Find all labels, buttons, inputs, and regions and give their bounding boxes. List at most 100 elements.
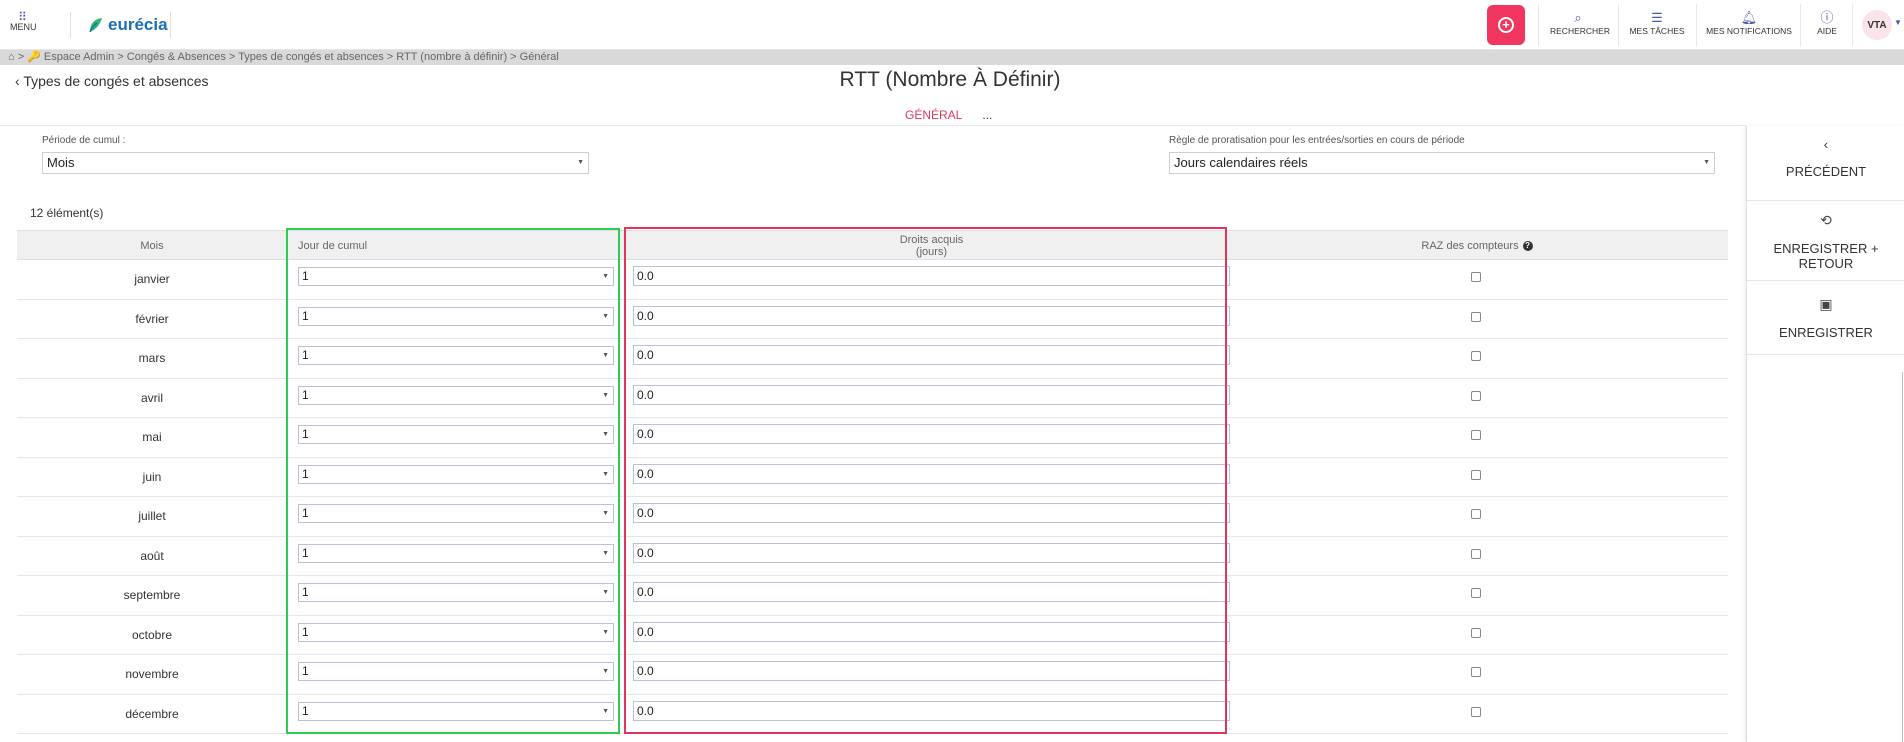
jour-select[interactable]: 1 ▼ <box>298 701 614 721</box>
raz-checkbox[interactable] <box>1471 627 1481 638</box>
droits-input[interactable]: 0.0 <box>633 424 1230 444</box>
droits-input[interactable]: 0.0 <box>633 266 1230 286</box>
avatar[interactable]: VTA <box>1862 10 1892 40</box>
header-raz: RAZ des compteurs ? <box>1397 231 1557 261</box>
droits-input[interactable]: 0.0 <box>633 582 1230 602</box>
help-icon: ⓘ <box>1820 10 1834 25</box>
divider <box>1747 354 1904 355</box>
droits-input[interactable]: 0.0 <box>633 621 1230 642</box>
droits-input[interactable]: 0.0 <box>633 384 1230 405</box>
scrollbar[interactable] <box>1902 372 1903 742</box>
logo-text: eurécia <box>108 15 168 34</box>
jour-select[interactable]: 1 ▼ <box>298 425 614 444</box>
raz-checkbox[interactable] <box>1471 390 1481 401</box>
month-cell: août <box>140 548 164 563</box>
notifications-label: MES NOTIFICATIONS <box>1706 26 1792 36</box>
table-row: septembre 1 ▼ 0.0 <box>17 576 1728 616</box>
month-cell: novembre <box>125 667 179 681</box>
jour-value: 1 <box>302 624 309 639</box>
save-label: ENREGISTRER <box>1779 325 1873 340</box>
chevron-down-icon: ▼ <box>1703 159 1710 166</box>
element-count: 12 élément(s) <box>30 206 104 220</box>
month-cell: juillet <box>138 509 166 523</box>
search-button[interactable]: ⌕ RECHERCHER <box>1550 10 1610 36</box>
menu-button[interactable]: ⠿ MENU <box>10 10 37 32</box>
divider <box>1618 4 1619 46</box>
tasks-button[interactable]: ☰ MES TÂCHES <box>1628 10 1686 36</box>
droits-input[interactable]: 0.0 <box>633 503 1230 523</box>
droits-input[interactable]: 0.0 <box>633 345 1230 365</box>
raz-checkbox[interactable] <box>1471 351 1481 361</box>
droits-input[interactable]: 0.0 <box>633 463 1230 484</box>
raz-checkbox[interactable] <box>1471 311 1481 322</box>
table-row: avril 1 ▼ 0.0 <box>17 379 1728 418</box>
header-droits: Droits acquis (jours) <box>633 231 1230 261</box>
chevron-down-icon: ▼ <box>602 391 609 399</box>
header-mois: Mois <box>140 240 164 252</box>
jour-value: 1 <box>302 348 309 362</box>
tab-general[interactable]: GÉNÉRAL <box>895 106 973 126</box>
table-row: juin 1 ▼ 0.0 <box>17 458 1728 497</box>
table-header: Mois Jour de cumul Droits acquis (jours)… <box>17 230 1728 260</box>
raz-checkbox[interactable] <box>1471 430 1481 440</box>
jour-select[interactable]: 1 ▼ <box>298 662 614 681</box>
divider <box>170 12 171 38</box>
month-cell: juin <box>142 469 162 484</box>
table-row: mars 1 ▼ 0.0 <box>17 339 1728 379</box>
question-icon[interactable]: ? <box>1522 241 1533 251</box>
search-icon: ⌕ <box>1574 10 1582 25</box>
month-cell: octobre <box>131 627 173 642</box>
regle-select[interactable]: Jours calendaires réels ▼ <box>1169 152 1715 174</box>
chevron-down-icon: ▼ <box>602 352 609 359</box>
droits-input[interactable]: 0.0 <box>633 700 1230 721</box>
jour-select[interactable]: 1 ▼ <box>298 306 614 326</box>
droits-input[interactable]: 0.0 <box>633 542 1230 563</box>
raz-checkbox[interactable] <box>1471 272 1481 282</box>
jour-select[interactable]: 1 ▼ <box>298 583 614 602</box>
tasks-label: MES TÂCHES <box>1629 26 1685 36</box>
precedent-button[interactable]: ‹ PRÉCÉDENT <box>1747 136 1904 179</box>
regle-label: Règle de proratisation pour les entrées/… <box>1169 135 1465 146</box>
notifications-button[interactable]: 🔔︎ MES NOTIFICATIONS <box>1706 10 1792 36</box>
search-label: RECHERCHER <box>1550 26 1610 36</box>
jour-select[interactable]: 1 ▼ <box>298 464 614 484</box>
jour-select[interactable]: 1 ▼ <box>298 385 614 405</box>
header-raz-label: RAZ des compteurs <box>1421 240 1519 252</box>
grid-icon: ⠿ <box>18 10 28 24</box>
month-cell: septembre <box>123 588 181 602</box>
periode-select[interactable]: Mois ▼ <box>42 152 589 174</box>
table-row: février 1 ▼ 0.0 <box>17 300 1728 339</box>
raz-checkbox[interactable] <box>1471 706 1481 717</box>
month-cell: mai <box>142 430 162 444</box>
precedent-label: PRÉCÉDENT <box>1785 164 1867 179</box>
chevron-down-icon[interactable]: ▼ <box>1894 18 1902 27</box>
divider <box>0 125 1746 126</box>
jour-value: 1 <box>302 664 309 678</box>
raz-checkbox[interactable] <box>1471 509 1481 519</box>
raz-checkbox[interactable] <box>1471 588 1481 598</box>
jour-select[interactable]: 1 ▼ <box>298 622 614 642</box>
jour-select[interactable]: 1 ▼ <box>298 346 614 365</box>
logo[interactable]: eurécia <box>88 14 168 36</box>
jour-select[interactable]: 1 ▼ <box>298 504 614 523</box>
raz-checkbox[interactable] <box>1471 667 1481 677</box>
jour-select[interactable]: 1 ▼ <box>298 543 614 563</box>
raz-checkbox[interactable] <box>1471 548 1481 559</box>
save-return-button[interactable]: ⟲ ENREGISTRER + RETOUR <box>1747 212 1904 271</box>
droits-input[interactable]: 0.0 <box>633 305 1230 326</box>
help-button[interactable]: ⓘ AIDE <box>1810 10 1844 36</box>
month-cell: décembre <box>125 706 179 721</box>
droits-input[interactable]: 0.0 <box>633 661 1230 681</box>
jour-value: 1 <box>302 506 309 520</box>
month-cell: février <box>135 311 169 326</box>
jour-value: 1 <box>302 308 309 323</box>
save-button[interactable]: ▣ ENREGISTRER <box>1747 296 1904 340</box>
divider <box>70 12 71 38</box>
jour-select[interactable]: 1 ▼ <box>298 267 614 286</box>
action-panel: ‹ PRÉCÉDENT ⟲ ENREGISTRER + RETOUR ▣ ENR… <box>1746 126 1904 742</box>
breadcrumb[interactable]: ⌂ > 🔑 Espace Admin > Congés & Absences >… <box>0 50 1904 65</box>
add-button[interactable]: + <box>1487 5 1525 45</box>
raz-checkbox[interactable] <box>1471 469 1481 480</box>
tab-more[interactable]: ... <box>972 106 1002 126</box>
chevron-down-icon: ▼ <box>602 549 609 557</box>
